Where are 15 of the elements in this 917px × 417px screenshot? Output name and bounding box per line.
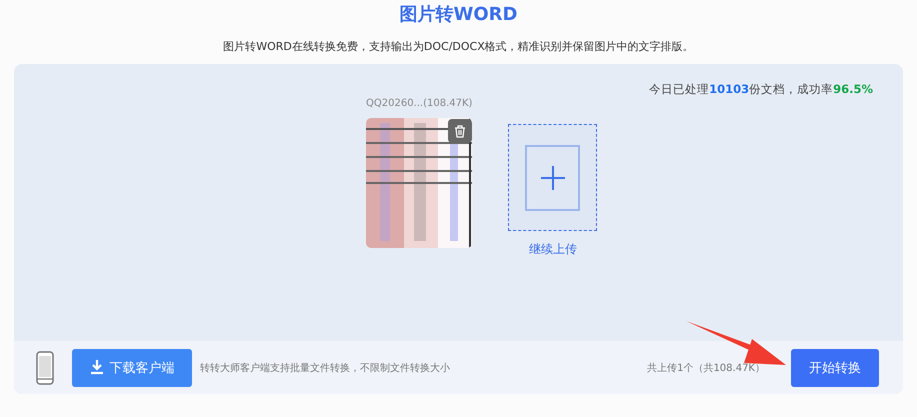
add-more-label[interactable]: 继续上传 (528, 241, 577, 258)
upload-summary: 共上传1个（共108.47K） (647, 362, 765, 374)
download-icon (90, 360, 104, 375)
client-note: 转转大师客户端支持批量文件转换，不限制文件转换大小 (200, 362, 450, 374)
start-convert-button[interactable]: 开始转换 (791, 348, 879, 386)
trash-icon (454, 124, 466, 138)
page-subtitle: 图片转WORD在线转换免费，支持输出为DOC/DOCX格式，精准识别并保留图片中的文字排版。 (223, 40, 694, 54)
phone-icon (36, 350, 54, 384)
file-name: QQ20260...(108.47K) (366, 98, 472, 109)
stats-text: 今日已处理10103份文档，成功率96.5% (649, 82, 873, 97)
plus-icon (540, 166, 565, 190)
download-client-button[interactable]: 下载客户端 (72, 348, 192, 386)
page-title: 图片转WORD (400, 4, 518, 26)
add-file-button[interactable] (508, 124, 598, 231)
delete-button[interactable] (448, 119, 472, 143)
